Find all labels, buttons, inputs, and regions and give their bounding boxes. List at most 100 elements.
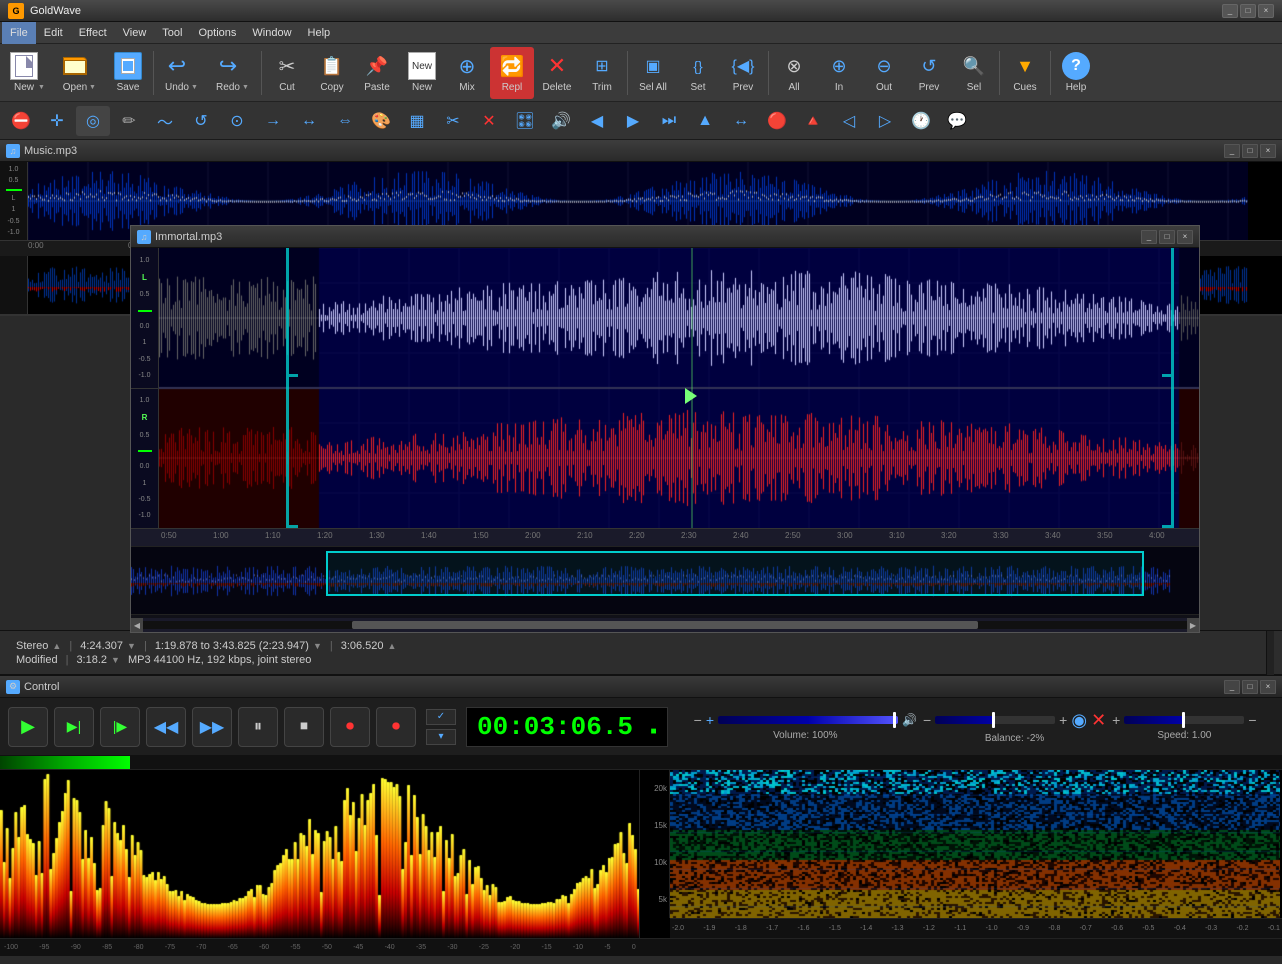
in-button[interactable]: ⊕ In (817, 47, 861, 99)
pause-btn[interactable]: ⏸ (238, 707, 278, 747)
sec-stretch[interactable]: ⇔ (328, 106, 362, 136)
balance-slider[interactable] (935, 716, 1055, 724)
skip-btn[interactable]: |▶ (100, 707, 140, 747)
music-close[interactable]: × (1260, 144, 1276, 158)
position-up[interactable]: ▲ (388, 641, 397, 651)
menu-help[interactable]: Help (300, 22, 339, 44)
prev2-button[interactable]: ↺ Prev (907, 47, 951, 99)
maximize-btn[interactable]: □ (1240, 4, 1256, 18)
record-btn[interactable]: ⏺ (330, 707, 370, 747)
delete-button[interactable]: ✕ Delete (535, 47, 579, 99)
scroll-left[interactable]: ◀ (131, 618, 143, 632)
menu-file[interactable]: File (2, 22, 36, 44)
sec-wave[interactable]: 〜 (148, 106, 182, 136)
sec-arrow[interactable]: → (256, 106, 290, 136)
speed-minus[interactable]: + (1112, 712, 1120, 728)
control-close[interactable]: × (1260, 680, 1276, 694)
speed-thumb[interactable] (1182, 712, 1185, 728)
sec-move[interactable]: ✛ (40, 106, 74, 136)
mix-button[interactable]: ⊕ Mix (445, 47, 489, 99)
selall-button[interactable]: ▣ Sel All (631, 47, 675, 99)
record2-btn[interactable]: ⏺ (376, 707, 416, 747)
open-button[interactable]: Open ▼ (55, 47, 105, 99)
sec-color[interactable]: 🎨 (364, 106, 398, 136)
check-a[interactable]: ✓ (426, 709, 456, 725)
menu-effect[interactable]: Effect (71, 22, 115, 44)
cut-button[interactable]: ✂ Cut (265, 47, 309, 99)
bal-plus[interactable]: + (1059, 712, 1067, 728)
repl-button[interactable]: 🔁 Repl (490, 47, 534, 99)
control-minimize[interactable]: _ (1224, 680, 1240, 694)
ff-btn[interactable]: ▶▶ (192, 707, 232, 747)
menu-tool[interactable]: Tool (154, 22, 190, 44)
sec-pencil[interactable]: ✏ (112, 106, 146, 136)
sec-reverse[interactable]: ↔ (724, 106, 758, 136)
speed-plus[interactable]: − (1248, 712, 1256, 728)
sec-cross[interactable]: ✕ (472, 106, 506, 136)
vol-plus[interactable]: + (706, 712, 714, 728)
format-down[interactable]: ▼ (111, 655, 120, 665)
music-minimize[interactable]: _ (1224, 144, 1240, 158)
sec-palette[interactable]: 🎛 (508, 106, 542, 136)
immortal-close[interactable]: × (1177, 230, 1193, 244)
help-button[interactable]: ? Help (1054, 47, 1098, 99)
sec-back[interactable]: ◀ (580, 106, 614, 136)
trim-button[interactable]: ⊞ Trim (580, 47, 624, 99)
prev-button[interactable]: {◀} Prev (721, 47, 765, 99)
channel-up[interactable]: ▲ (52, 641, 61, 651)
sec-r1[interactable]: 🔴 (760, 106, 794, 136)
sec-scissors[interactable]: ✂ (436, 106, 470, 136)
balance-thumb[interactable] (992, 712, 995, 728)
menu-options[interactable]: Options (190, 22, 244, 44)
sec-r3[interactable]: ◁ (832, 106, 866, 136)
sec-fwd[interactable]: ▶ (616, 106, 650, 136)
sec-loop[interactable]: ↺ (184, 106, 218, 136)
close-btn[interactable]: × (1258, 4, 1274, 18)
menu-window[interactable]: Window (244, 22, 299, 44)
sec-volume[interactable]: 🔊 (544, 106, 578, 136)
volume-slider[interactable] (718, 716, 898, 724)
copy-button[interactable]: 📋 Copy (310, 47, 354, 99)
sec-spectrum[interactable]: ▦ (400, 106, 434, 136)
volume-thumb[interactable] (893, 712, 896, 728)
sec-select[interactable]: ◎ (76, 106, 110, 136)
sec-zoom-out2[interactable]: ↔ (292, 106, 326, 136)
sec-clock[interactable]: 🕐 (904, 106, 938, 136)
set-button[interactable]: {} Set (676, 47, 720, 99)
speed-slider[interactable] (1124, 716, 1244, 724)
duration-down[interactable]: ▼ (127, 641, 136, 651)
check-b[interactable]: ▾ (426, 729, 456, 745)
save-button[interactable]: Save (106, 47, 150, 99)
h-scrollbar[interactable]: ◀ ▶ (131, 618, 1199, 632)
scroll-right[interactable]: ▶ (1187, 618, 1199, 632)
sec-zoom-sel[interactable]: ⊙ (220, 106, 254, 136)
immortal-maximize[interactable]: □ (1159, 230, 1175, 244)
balance-x[interactable]: ✕ (1091, 710, 1106, 731)
paste-button[interactable]: 📌 Paste (355, 47, 399, 99)
scroll-thumb[interactable] (352, 621, 978, 629)
all-button[interactable]: ⊗ All (772, 47, 816, 99)
resize-handle[interactable] (1266, 631, 1274, 675)
sec-r2[interactable]: 🔺 (796, 106, 830, 136)
new-button[interactable]: New ▼ (4, 47, 54, 99)
sec-pitch[interactable]: ▲ (688, 106, 722, 136)
music-maximize[interactable]: □ (1242, 144, 1258, 158)
menu-edit[interactable]: Edit (36, 22, 71, 44)
cues-button[interactable]: ▼ Cues (1003, 47, 1047, 99)
sec-stop[interactable]: ⛔ (4, 106, 38, 136)
sec-r4[interactable]: ▷ (868, 106, 902, 136)
out-button[interactable]: ⊖ Out (862, 47, 906, 99)
vol-speaker-icon[interactable]: 🔊 (902, 713, 917, 727)
redo-button[interactable]: ↪ Redo ▼ (208, 47, 258, 99)
rewind-btn[interactable]: ◀◀ (146, 707, 186, 747)
play-btn[interactable]: ▶ (8, 707, 48, 747)
menu-view[interactable]: View (115, 22, 155, 44)
stop-btn[interactable]: ⏹ (284, 707, 324, 747)
control-maximize[interactable]: □ (1242, 680, 1258, 694)
immortal-minimize[interactable]: _ (1141, 230, 1157, 244)
bal-minus[interactable]: − (923, 712, 931, 728)
minimize-btn[interactable]: _ (1222, 4, 1238, 18)
sec-speed[interactable]: ⏭ (652, 106, 686, 136)
new2-button[interactable]: New New (400, 47, 444, 99)
vol-minus[interactable]: − (694, 712, 702, 728)
